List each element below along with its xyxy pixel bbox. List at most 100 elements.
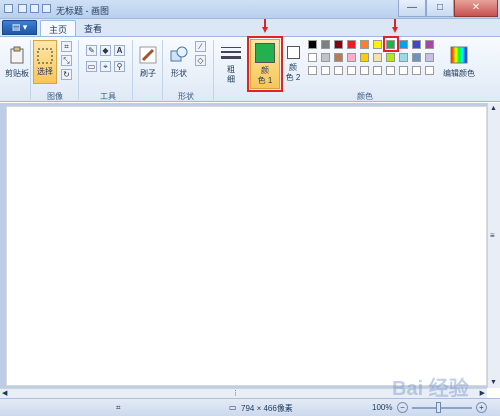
divider [78,40,79,100]
drawing-canvas[interactable] [6,106,487,386]
crop-icon[interactable]: ⌗ [61,41,72,52]
palette-swatch[interactable] [373,66,382,75]
fill-shape-icon[interactable]: ◇ [195,55,206,66]
ribbon-tabs: ▤ ▾ 主页 查看 [0,19,500,36]
palette-swatch[interactable] [386,66,395,75]
palette-swatch[interactable] [347,66,356,75]
save-icon[interactable] [18,4,27,13]
clipboard-button[interactable]: 剪贴板 [4,40,30,84]
brushes-button[interactable]: 刷子 [135,40,161,84]
palette-swatch[interactable] [425,40,434,49]
palette-swatch[interactable] [360,66,369,75]
tab-home[interactable]: 主页 [40,20,77,36]
redo-icon[interactable] [42,4,51,13]
select-button[interactable]: 选择 [33,40,57,84]
scroll-up-icon[interactable]: ▲ [490,105,497,112]
palette-swatch[interactable] [334,40,343,49]
brush-icon [139,46,157,63]
shapes-group-label: 形状 [178,92,194,101]
window-title: 无标题 - 画图 [56,6,109,16]
clipboard-label: 剪贴板 [5,68,29,78]
fill-icon[interactable]: ◆ [100,45,111,56]
rotate-icon[interactable]: ↻ [61,69,72,80]
text-icon[interactable]: A [114,45,125,56]
highlight-box [247,36,283,92]
palette-swatch[interactable] [360,53,369,62]
shapes-label: 形状 [171,68,187,78]
size-button[interactable]: 粗 细 [218,40,244,90]
palette-swatch[interactable] [321,53,330,62]
line-width-icon [221,47,241,59]
image-group-label: 图像 [47,92,63,101]
undo-icon[interactable] [30,4,39,13]
vertical-scrollbar[interactable]: ▲ ≡ ▼ [487,103,500,388]
title-bar: 无标题 - 画图 — □ ✕ [0,0,500,19]
scroll-grip-icon: ⋮ [232,390,239,397]
clipboard-icon [10,46,24,63]
canvas-size-icon: ▭ [229,403,237,412]
app-menu-button[interactable]: ▤ ▾ [2,20,37,35]
palette-swatch[interactable] [321,66,330,75]
colors-group-label: 颜色 [357,92,373,101]
divider [30,40,31,100]
palette-swatch[interactable] [334,66,343,75]
magnifier-icon[interactable]: ⚲ [114,61,125,72]
color-picker-icon[interactable]: ⌖ [100,61,111,72]
palette-swatch[interactable] [373,40,382,49]
palette-swatch[interactable] [412,66,421,75]
maximize-button[interactable]: □ [426,0,454,17]
color-wheel-icon [450,46,468,63]
outline-icon[interactable]: ∕ [195,41,206,52]
scroll-down-icon[interactable]: ▼ [490,379,497,386]
divider [162,40,163,100]
palette-swatch[interactable] [399,53,408,62]
size-label: 粗 细 [227,65,235,84]
resize-icon[interactable]: ⤡ [61,55,72,66]
palette-swatch[interactable] [308,53,317,62]
canvas-area: ▲ ≡ ▼ [0,103,500,388]
minimize-button[interactable]: — [398,0,426,17]
select-icon [37,48,53,63]
color2-swatch [286,45,300,59]
highlight-box [383,36,399,52]
edit-colors-label: 编辑颜色 [443,68,475,78]
edit-colors-button[interactable]: 编辑颜色 [443,40,475,84]
eraser-icon[interactable]: ▭ [86,61,97,72]
app-icon [4,4,13,13]
scroll-grip-icon: ≡ [490,231,495,240]
palette-swatch[interactable] [360,40,369,49]
shapes-button[interactable]: 形状 [166,40,192,84]
cursor-position-icon: ⌗ [116,403,121,412]
palette-swatch[interactable] [321,40,330,49]
zoom-in-button[interactable]: + [476,402,487,413]
tab-view[interactable]: 查看 [76,20,110,36]
color2-button[interactable]: 颜 色 2 [284,40,302,88]
divider [132,40,133,100]
close-button[interactable]: ✕ [454,0,498,17]
shapes-icon [170,46,188,61]
scroll-left-icon[interactable]: ◀ [2,389,7,397]
palette-swatch[interactable] [412,53,421,62]
canvas-dimensions: 794 × 466像素 [241,404,293,413]
palette-swatch[interactable] [399,66,408,75]
zoom-slider[interactable] [412,407,472,409]
palette-swatch[interactable] [347,40,356,49]
palette-swatch[interactable] [412,40,421,49]
palette-swatch[interactable] [308,66,317,75]
palette-swatch[interactable] [334,53,343,62]
zoom-slider-thumb[interactable] [436,402,441,413]
zoom-out-button[interactable]: − [397,402,408,413]
palette-swatch[interactable] [386,53,395,62]
color2-label: 颜 色 2 [285,62,301,82]
divider [213,40,214,100]
palette-swatch[interactable] [425,66,434,75]
palette-swatch[interactable] [347,53,356,62]
scroll-right-icon[interactable]: ▶ [480,389,485,397]
palette-swatch[interactable] [399,40,408,49]
pencil-icon[interactable]: ✎ [86,45,97,56]
watermark: Bai 经验 [392,378,469,400]
brushes-label: 刷子 [140,68,156,78]
palette-swatch[interactable] [308,40,317,49]
palette-swatch[interactable] [373,53,382,62]
palette-swatch[interactable] [425,53,434,62]
